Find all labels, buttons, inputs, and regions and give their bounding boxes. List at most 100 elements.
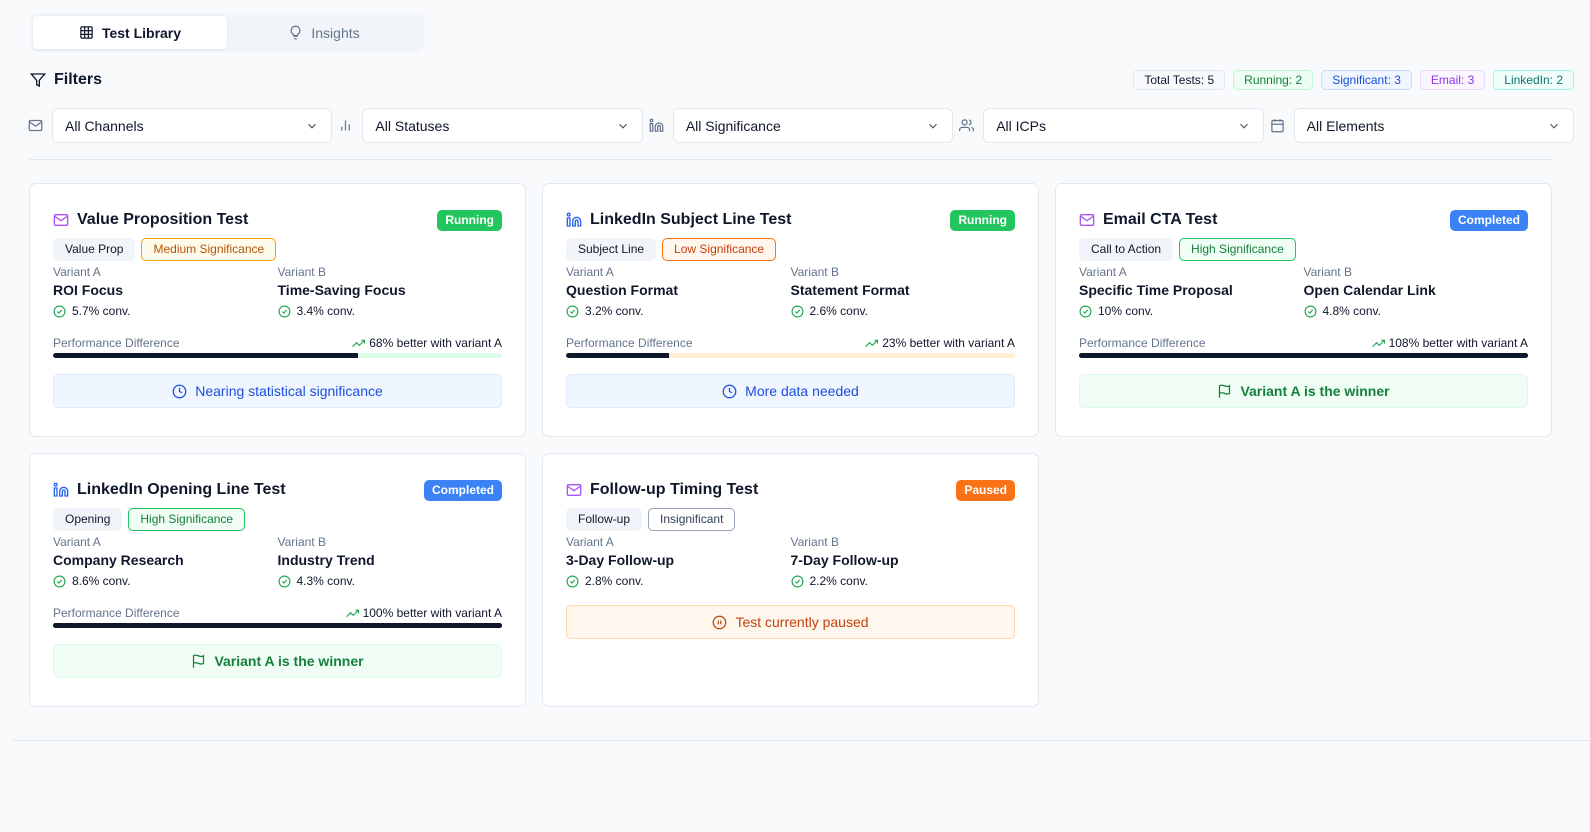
variant-b-label: Variant B [277, 535, 326, 549]
performance-label: Performance Difference [53, 336, 180, 350]
element-tag: Follow-up [566, 508, 643, 531]
status-badge: Paused [956, 479, 1015, 501]
notice-text: Variant A is the winner [1240, 383, 1390, 399]
trending-up-icon [865, 339, 879, 347]
users-icon [959, 119, 975, 132]
test-card[interactable]: LinkedIn Opening Line Test Completed Ope… [29, 453, 526, 707]
status-select-value: All Statuses [375, 117, 450, 134]
element-select[interactable]: All Elements [1293, 108, 1575, 143]
bar-chart-icon [341, 120, 351, 131]
channel-select-value: All Channels [65, 117, 144, 134]
check-circle-icon [791, 305, 803, 317]
variant-a-conv: 3.2% conv. [585, 304, 644, 318]
tab-label: Test Library [101, 24, 182, 41]
tab-test-library[interactable]: Test Library [33, 16, 227, 49]
performance-bar-fill [53, 353, 359, 358]
test-card[interactable]: Follow-up Timing Test Paused Follow-up I… [542, 453, 1039, 707]
status-notice: Variant A is the winner [53, 644, 502, 678]
element-tag: Value Prop [53, 238, 136, 261]
status-notice: Nearing statistical significance [53, 374, 502, 408]
running-badge: Running: 2 [1233, 70, 1314, 90]
significance-tag: Insignificant [648, 508, 736, 531]
performance-value: 108% better with variant A [1388, 336, 1528, 350]
status-notice: Variant A is the winner [1079, 374, 1528, 408]
variant-b-name: Open Calendar Link [1303, 282, 1436, 298]
variant-a-conv: 5.7% conv. [72, 304, 131, 318]
tab-label: Insights [311, 24, 360, 41]
icp-select-value: All ICPs [996, 117, 1047, 134]
trending-up-icon [345, 609, 359, 617]
variant-b-label: Variant B [790, 535, 839, 549]
test-card[interactable]: LinkedIn Subject Line Test Running Subje… [542, 183, 1039, 437]
icp-select[interactable]: All ICPs [983, 108, 1264, 143]
check-circle-icon [53, 575, 66, 587]
status-select[interactable]: All Statuses [362, 108, 643, 143]
linkedin-icon [53, 482, 69, 497]
performance-bar [53, 623, 502, 628]
variant-b-name: Industry Trend [277, 552, 375, 568]
performance-bar-fill [566, 353, 670, 358]
calendar-icon [1270, 119, 1284, 133]
variant-a-name: Question Format [566, 282, 679, 298]
clock-icon [722, 384, 737, 398]
test-title: LinkedIn Subject Line Test [590, 211, 792, 228]
variant-b-conv: 4.8% conv. [1322, 304, 1381, 318]
mail-icon [566, 484, 582, 496]
element-tag: Subject Line [566, 238, 657, 261]
performance-bar-fill [1079, 353, 1528, 358]
variant-a-label: Variant A [566, 265, 614, 279]
chevron-down-icon [308, 123, 317, 129]
significant-badge: Significant: 3 [1321, 70, 1412, 90]
variant-b-name: Statement Format [790, 282, 910, 298]
notice-text: Variant A is the winner [214, 653, 364, 669]
clock-icon [172, 384, 187, 398]
variant-a-name: Company Research [53, 552, 184, 568]
chevron-down-icon [1550, 123, 1558, 129]
check-circle-icon [566, 575, 579, 587]
status-notice: More data needed [566, 374, 1015, 408]
email-badge: Email: 3 [1419, 70, 1486, 90]
check-circle-icon [791, 575, 803, 587]
linkedin-icon [649, 118, 664, 132]
variant-b-conv: 2.2% conv. [809, 574, 868, 588]
divider [29, 159, 1552, 160]
filters-title: Filters [54, 71, 103, 88]
performance-label: Performance Difference [53, 606, 180, 620]
status-badge: Completed [423, 479, 502, 501]
channel-select[interactable]: All Channels [52, 108, 333, 143]
flag-icon [1219, 383, 1231, 398]
significance-tag: High Significance [128, 508, 246, 531]
check-circle-icon [1304, 305, 1316, 317]
check-circle-icon [1079, 305, 1092, 317]
variant-a-label: Variant A [566, 535, 614, 549]
test-title: Value Proposition Test [77, 211, 249, 228]
variant-a-name: 3-Day Follow-up [566, 552, 675, 568]
chevron-down-icon [1239, 123, 1248, 129]
mail-icon [28, 119, 43, 132]
filter-row: All Channels All Statuses All Significan… [28, 108, 1575, 143]
element-tag: Call to Action [1079, 238, 1174, 261]
table-icon [80, 26, 93, 39]
performance-bar-fill [53, 623, 502, 628]
element-tag: Opening [53, 508, 123, 531]
test-card[interactable]: Email CTA Test Completed Call to Action … [1055, 183, 1552, 437]
variant-a-label: Variant A [53, 535, 101, 549]
total-tests-badge: Total Tests: 5 [1133, 70, 1226, 90]
status-badge: Running [950, 209, 1015, 231]
variant-a-label: Variant A [53, 265, 101, 279]
view-tabs: Test Library Insights [30, 13, 424, 52]
performance-value: 68% better with variant A [369, 336, 502, 350]
significance-tag: Medium Significance [141, 238, 277, 261]
variant-a-conv: 8.6% conv. [72, 574, 131, 588]
notice-text: Nearing statistical significance [195, 383, 383, 399]
significance-select[interactable]: All Significance [672, 108, 954, 143]
performance-value: 100% better with variant A [362, 606, 502, 620]
tab-insights[interactable]: Insights [227, 16, 421, 49]
lightbulb-icon [290, 25, 301, 40]
summary-badges: Total Tests: 5 Running: 2 Significant: 3… [1133, 70, 1574, 90]
performance-label: Performance Difference [566, 336, 693, 350]
significance-tag: Low Significance [662, 238, 777, 261]
test-card[interactable]: Value Proposition Test Running Value Pro… [29, 183, 526, 437]
test-title: LinkedIn Opening Line Test [77, 481, 286, 498]
variant-b-name: Time-Saving Focus [277, 282, 406, 298]
